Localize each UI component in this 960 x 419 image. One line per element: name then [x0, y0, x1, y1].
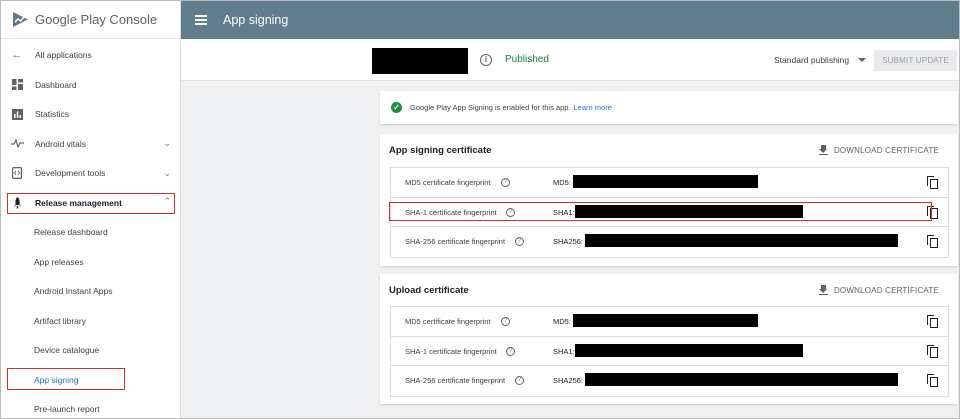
code-icon [10, 167, 24, 180]
pulse-icon [10, 139, 24, 149]
redacted-fingerprint [575, 343, 803, 357]
menu-icon[interactable] [195, 15, 207, 25]
app-window: Google Play Console ← All applications D… [0, 0, 960, 419]
sha1-row-highlight [389, 202, 932, 221]
download-label: DOWNLOAD CERTIFICATE [833, 285, 939, 295]
help-icon[interactable]: ? [501, 317, 510, 326]
md5-fingerprint-row: MD5 certificate fingerprint ? MD5: [391, 168, 948, 198]
chevron-down-icon: ⌄ [163, 138, 171, 148]
redacted-app-name [372, 48, 468, 74]
sidebar-subitem-label: App releases [34, 256, 84, 267]
sha256-fingerprint-row: SHA-256 certificate fingerprint ? SHA256… [391, 366, 948, 396]
copy-icon[interactable] [927, 344, 938, 358]
sha256-fingerprint-row: SHA-256 certificate fingerprint ? SHA256… [391, 227, 948, 257]
all-applications-label: All applications [35, 49, 92, 60]
redacted-fingerprint [573, 175, 758, 188]
release-management-highlight [7, 193, 175, 214]
sidebar-subitem-app-releases[interactable]: App releases [1, 247, 180, 277]
copy-icon[interactable] [927, 374, 938, 388]
app-signing-certificate-card: App signing certificate DOWNLOAD CERTIFI… [380, 134, 958, 266]
banner-text: Google Play App Signing is enabled for t… [410, 103, 571, 112]
sha1-fingerprint-row: SHA-1 certificate fingerprint ? SHA1: [391, 337, 948, 367]
submit-update-button[interactable]: SUBMIT UPDATE [874, 50, 957, 71]
dropdown-arrow-icon[interactable] [858, 58, 866, 62]
app-signing-highlight [7, 368, 125, 390]
fingerprint-label: SHA-1 certificate fingerprint [405, 346, 497, 356]
sidebar-subitem-device-catalogue[interactable]: Device catalogue [1, 336, 180, 366]
sidebar-subitem-artifact-library[interactable]: Artifact library [1, 306, 180, 336]
sidebar-item-label: Dashboard [35, 79, 77, 90]
page-title: App signing [223, 13, 289, 27]
download-certificate-button[interactable]: DOWNLOAD CERTIFICATE [818, 145, 939, 156]
redacted-fingerprint [573, 314, 758, 327]
card-title: App signing certificate [389, 145, 492, 156]
fingerprint-algorithm: MD5: [553, 317, 571, 326]
sidebar-subitem-pre-launch-report[interactable]: Pre-launch report [1, 395, 180, 419]
info-icon[interactable]: i [480, 54, 492, 66]
help-icon[interactable]: ? [515, 376, 524, 386]
logo-text: Google Play Console [35, 12, 158, 27]
publishing-mode-select[interactable]: Standard publishing [774, 55, 849, 65]
upload-certificate-card: Upload certificate DOWNLOAD CERTIFICATE … [380, 274, 958, 404]
sidebar-item-label: Statistics [35, 109, 70, 120]
help-icon[interactable]: ? [515, 237, 524, 247]
download-icon [818, 285, 828, 296]
sidebar-item-development-tools[interactable]: Development tools ⌄ [1, 159, 180, 189]
fingerprint-algorithm: SHA1: [553, 346, 575, 356]
fingerprint-label: MD5 certificate fingerprint [405, 317, 491, 326]
sidebar-subitem-release-dashboard[interactable]: Release dashboard [1, 218, 180, 248]
card-title: Upload certificate [389, 285, 469, 296]
copy-icon[interactable] [927, 235, 938, 249]
sidebar-item-label: Android vitals [35, 138, 87, 149]
fingerprint-label: SHA-256 certificate fingerprint [405, 376, 506, 386]
sidebar-item-label: Development tools [35, 168, 106, 179]
app-header: i Published Standard publishing SUBMIT U… [181, 39, 959, 81]
sidebar-subitem-label: Device catalogue [34, 345, 100, 356]
redacted-fingerprint [585, 234, 898, 248]
md5-fingerprint-row: MD5 certificate fingerprint ? MD5: [391, 307, 948, 337]
bar-chart-icon [10, 108, 24, 120]
copy-icon[interactable] [927, 315, 938, 328]
sidebar-subitem-android-instant-apps[interactable]: Android Instant Apps [1, 277, 180, 307]
app-signing-enabled-banner: ✓ Google Play App Signing is enabled for… [380, 91, 958, 124]
logo[interactable]: Google Play Console [1, 1, 180, 39]
status-badge: Published [505, 54, 549, 65]
redacted-fingerprint [585, 373, 898, 387]
help-icon[interactable]: ? [501, 178, 510, 187]
sidebar-subitem-label: Release dashboard [34, 227, 108, 238]
arrow-back-icon: ← [11, 48, 23, 61]
sidebar: Google Play Console ← All applications D… [1, 1, 181, 419]
sidebar-subitem-label: Pre-launch report [34, 404, 100, 415]
check-circle-icon: ✓ [391, 102, 402, 113]
download-certificate-button[interactable]: DOWNLOAD CERTIFICATE [818, 285, 939, 296]
fingerprint-algorithm: SHA256: [553, 237, 584, 247]
download-icon [818, 145, 828, 156]
dashboard-icon [10, 79, 24, 91]
fingerprint-label: SHA-256 certificate fingerprint [405, 237, 506, 247]
download-label: DOWNLOAD CERTIFICATE [833, 145, 939, 155]
fingerprint-label: MD5 certificate fingerprint [405, 178, 491, 187]
fingerprint-table: MD5 certificate fingerprint ? MD5: SHA-1… [390, 306, 949, 398]
learn-more-link[interactable]: Learn more [574, 103, 612, 112]
sidebar-item-dashboard[interactable]: Dashboard [1, 70, 180, 100]
sidebar-subitem-label: Artifact library [34, 315, 86, 326]
sidebar-item-statistics[interactable]: Statistics [1, 100, 180, 130]
sidebar-subitem-label: Android Instant Apps [34, 286, 113, 297]
copy-icon[interactable] [927, 176, 938, 189]
top-app-bar: App signing [181, 1, 959, 39]
sidebar-item-android-vitals[interactable]: Android vitals ⌄ [1, 129, 180, 159]
fingerprint-algorithm: SHA256: [553, 376, 584, 386]
play-console-logo-icon [13, 12, 28, 27]
fingerprint-algorithm: MD5: [553, 178, 571, 187]
help-icon[interactable]: ? [506, 346, 515, 356]
chevron-down-icon: ⌄ [163, 167, 171, 178]
all-applications-link[interactable]: ← All applications [1, 39, 180, 70]
